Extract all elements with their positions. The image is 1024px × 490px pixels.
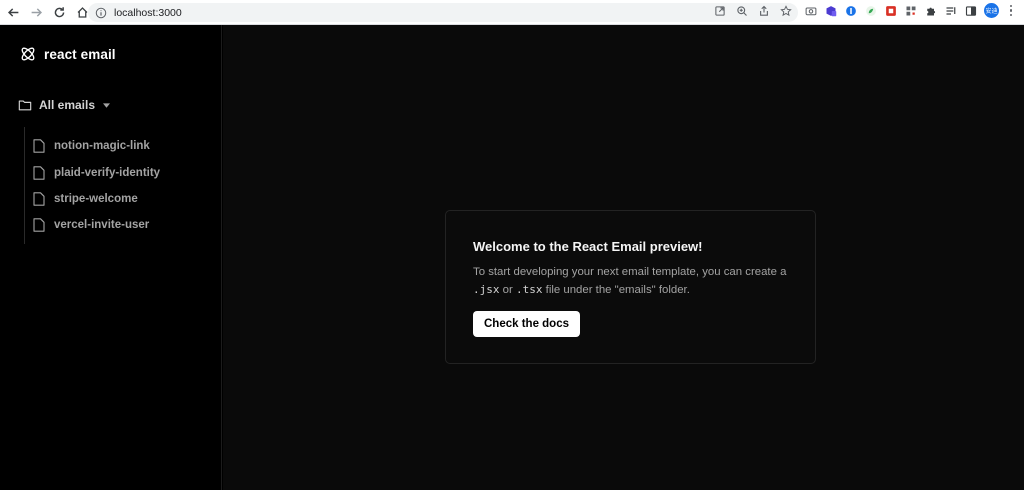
red-extension-icon[interactable] (884, 4, 897, 17)
file-icon (33, 139, 45, 153)
profile-avatar[interactable]: 安迪 (984, 3, 999, 18)
email-item-label: plaid-verify-identity (54, 166, 161, 179)
main-content: Welcome to the React Email preview! To s… (223, 25, 1024, 490)
welcome-description: To start developing your next email temp… (473, 266, 787, 296)
sidebar: react email All emails notion-magic-link… (0, 25, 222, 490)
jsx-code: .jsx (473, 283, 500, 296)
file-icon (33, 192, 45, 206)
arrow-right-icon (31, 7, 42, 17)
email-item-plaid-verify-identity[interactable]: plaid-verify-identity (33, 159, 160, 185)
forward-button[interactable] (26, 2, 46, 22)
check-docs-button[interactable]: Check the docs (473, 311, 580, 337)
zoom-icon[interactable] (736, 5, 748, 17)
address-bar[interactable]: localhost:3000 (88, 3, 798, 22)
back-button[interactable] (3, 2, 23, 22)
email-item-notion-magic-link[interactable]: notion-magic-link (33, 133, 160, 159)
bookmark-star-icon[interactable] (780, 5, 792, 17)
folder-icon (18, 100, 32, 111)
password-extension-icon[interactable] (844, 4, 857, 17)
email-item-label: notion-magic-link (54, 140, 150, 153)
cube-extension-icon[interactable] (824, 4, 837, 17)
share-icon[interactable] (758, 5, 770, 17)
brand-logo[interactable]: react email (19, 45, 116, 63)
tree-guide-line (24, 127, 25, 244)
email-item-vercel-invite-user[interactable]: vercel-invite-user (33, 212, 160, 238)
home-icon (77, 6, 87, 18)
welcome-title: Welcome to the React Email preview! (473, 239, 703, 254)
leaf-extension-icon[interactable] (864, 4, 877, 17)
email-list: notion-magic-link plaid-verify-identity … (33, 133, 160, 239)
reload-button[interactable] (49, 2, 69, 22)
browser-toolbar: localhost:3000 安迪 (0, 0, 1024, 25)
puzzle-extensions-icon[interactable] (924, 4, 937, 17)
caret-down-icon (103, 102, 111, 108)
qr-extension-icon[interactable] (904, 4, 917, 17)
reload-icon (54, 6, 64, 17)
email-item-label: stripe-welcome (54, 192, 138, 205)
reading-list-icon[interactable] (944, 4, 957, 17)
camera-extension-icon[interactable] (804, 4, 817, 17)
open-in-app-icon[interactable] (714, 5, 726, 17)
tsx-code: .tsx (515, 283, 543, 296)
info-icon[interactable] (95, 7, 107, 19)
url-text: localhost:3000 (114, 6, 182, 19)
arrow-left-icon (7, 7, 18, 17)
file-icon (33, 218, 45, 233)
browser-menu-icon[interactable] (1006, 4, 1016, 18)
side-panel-icon[interactable] (964, 4, 977, 17)
welcome-card: Welcome to the React Email preview! To s… (445, 210, 816, 364)
brand-name: react email (44, 46, 116, 62)
email-item-label: vercel-invite-user (54, 219, 150, 232)
all-emails-folder[interactable]: All emails (18, 98, 111, 112)
file-icon (33, 165, 45, 180)
atom-logo-icon (21, 47, 35, 61)
email-item-stripe-welcome[interactable]: stripe-welcome (33, 186, 160, 212)
folder-label: All emails (39, 98, 96, 112)
